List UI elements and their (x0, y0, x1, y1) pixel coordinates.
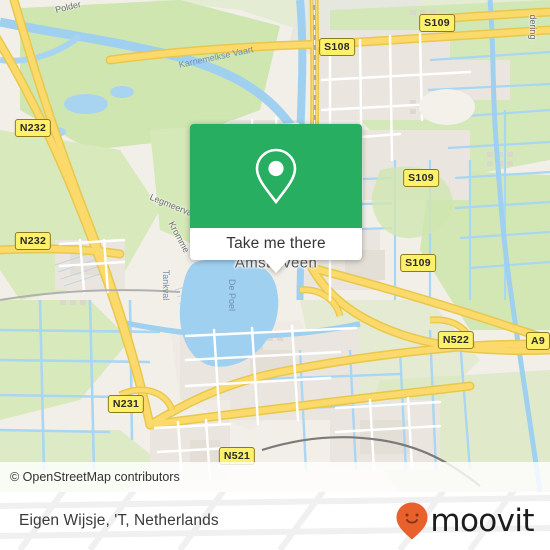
moovit-logo[interactable]: moovit (395, 501, 550, 541)
moovit-map-screen: Karnemelkse Vaart De Poel Tankval Legmee… (0, 0, 550, 550)
footer-bar: Eigen Wijsje, 'T, Netherlands moovit (0, 492, 550, 550)
road-shield-n232-upper: N232 (14, 119, 52, 137)
callout-header (190, 124, 362, 228)
moovit-wordmark: moovit (430, 502, 534, 539)
callout-pointer-tail (264, 260, 288, 273)
road-shield-s109-mid: S109 (403, 169, 439, 187)
map-canvas[interactable]: Karnemelkse Vaart De Poel Tankval Legmee… (0, 0, 550, 492)
road-shield-s108: S108 (319, 38, 355, 56)
road-shield-n232-lower: N232 (14, 232, 52, 250)
road-shield-s109-lower: S109 (400, 254, 436, 272)
location-callout-card[interactable]: Take me there (190, 124, 362, 273)
place-title: Eigen Wijsje, 'T, Netherlands (19, 512, 219, 529)
take-me-there-button[interactable]: Take me there (190, 228, 362, 260)
map-attribution-bar: © OpenStreetMap contributors (0, 462, 550, 492)
take-me-there-label: Take me there (226, 235, 326, 252)
map-pin-icon (255, 148, 297, 205)
road-shield-a9: A9 (525, 332, 550, 350)
road-shield-s109-top: S109 (419, 14, 455, 32)
moovit-pin-icon (396, 502, 428, 540)
attribution-text[interactable]: © OpenStreetMap contributors (0, 470, 180, 484)
road-shield-n522: N522 (437, 331, 475, 349)
road-shield-n231: N231 (107, 395, 145, 413)
